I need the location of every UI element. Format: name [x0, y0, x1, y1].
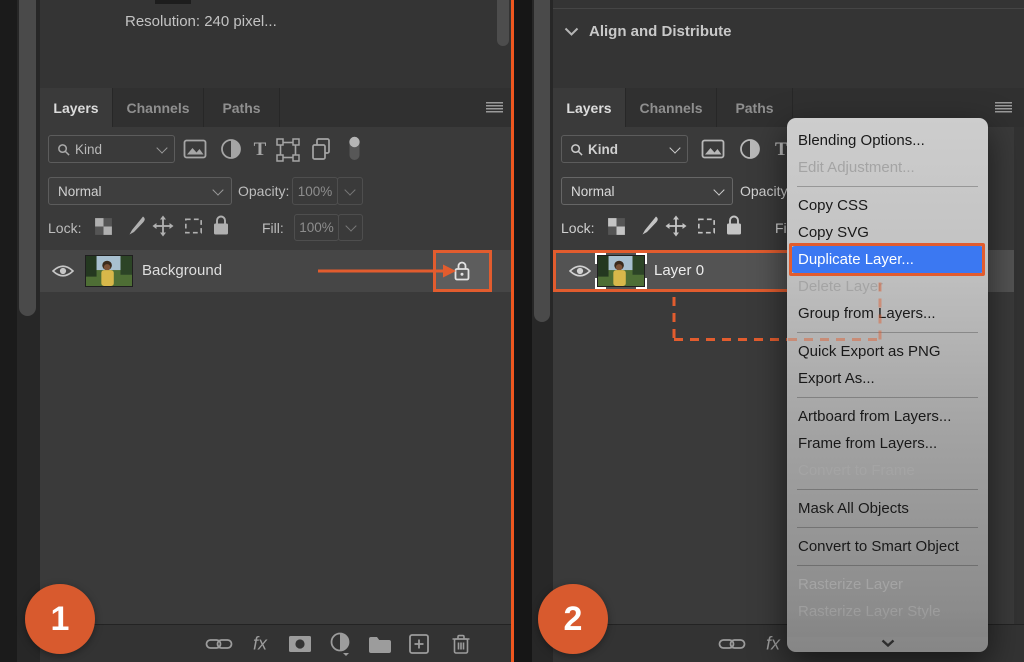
- step-badge-1: 1: [25, 584, 95, 654]
- photoshop-tutorial-screenshot: Resolution: 240 pixel... Layers Channels…: [0, 0, 1024, 662]
- dashed-connector-line-faded: [0, 0, 1024, 662]
- step-badge-2: 2: [538, 584, 608, 654]
